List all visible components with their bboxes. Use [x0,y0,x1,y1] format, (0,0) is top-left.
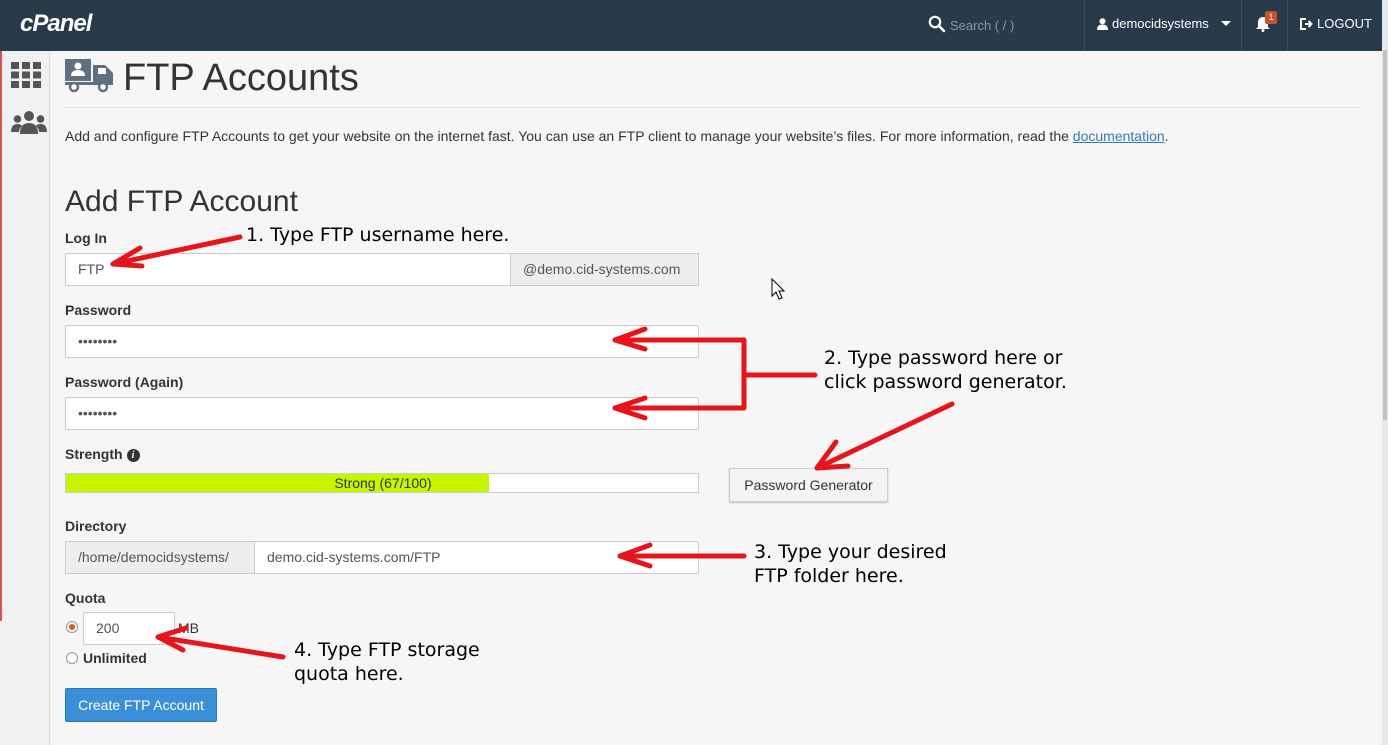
sidebar-accent-line [0,51,2,621]
logout-button[interactable]: LOGOUT [1300,16,1372,31]
grid-apps-icon[interactable] [11,62,41,88]
users-group-icon[interactable] [11,110,47,136]
search-icon[interactable] [928,15,946,33]
logout-icon [1300,17,1313,30]
quota-limited-radio[interactable] [66,621,78,633]
quota-label: Quota [65,590,106,606]
annotation-step2-line1: 2. Type password here or [824,347,1063,369]
password-label: Password [65,302,132,318]
password-again-label: Password (Again) [65,374,183,390]
page-title: FTP Accounts [123,57,359,99]
directory-input[interactable]: demo.cid-systems.com/FTP [254,541,699,574]
unlimited-label: Unlimited [83,650,147,666]
info-icon[interactable]: i [126,449,140,462]
user-icon [1097,17,1108,30]
strength-text: Strong (67/100) [334,475,432,491]
login-label: Log In [65,230,107,246]
documentation-link[interactable]: documentation [1073,128,1165,144]
navbar-divider [1287,0,1288,51]
ftp-accounts-icon [65,59,113,93]
page-description: Add and configure FTP Accounts to get yo… [65,128,1169,144]
logout-label: LOGOUT [1317,16,1372,31]
annotation-step4-line1: 4. Type FTP storage [294,639,480,661]
quota-unlimited-radio[interactable] [66,652,78,664]
description-text: Add and configure FTP Accounts to get yo… [65,128,1073,144]
directory-prefix: /home/democidsystems/ [65,541,255,574]
create-ftp-account-button[interactable]: Create FTP Account [65,688,217,722]
annotation-step2-line2: click password generator. [824,371,1067,393]
annotation-step4-line2: quota here. [294,663,404,685]
directory-label: Directory [65,518,127,534]
strength-text-label: Strength [65,446,123,462]
notification-badge: 1 [1265,11,1277,24]
title-divider [65,107,1362,108]
section-title: Add FTP Account [65,185,298,218]
navbar-divider [1084,0,1085,51]
caret-down-icon [1220,20,1231,26]
password-input[interactable]: •••••••• [65,325,699,358]
username: democidsystems [1112,16,1209,31]
password-again-input[interactable]: •••••••• [65,397,699,430]
quota-input[interactable]: 200 [83,612,175,645]
password-again-text: Password (Again) [65,374,184,390]
domain-addon: @demo.cid-systems.com [510,253,699,286]
password-generator-button[interactable]: Password Generator [729,468,888,502]
navbar-divider [1241,0,1242,51]
password-strength-meter: Strong (67/100) [65,473,699,493]
top-navbar: cPanel democidsystems 1 LOGOUT [0,0,1382,51]
main-content: FTP Accounts Add and configure FTP Accou… [50,51,1382,745]
annotation-step3-line2: FTP folder here. [754,565,904,587]
search-input[interactable] [950,14,1070,36]
login-input[interactable]: FTP [65,253,511,286]
annotation-step1: 1. Type FTP username here. [246,224,510,246]
quota-unit: MB [178,620,199,636]
annotation-step3-line1: 3. Type your desired [754,541,947,563]
scrollbar-thumb[interactable] [1383,50,1387,420]
strength-label: Strength i [65,446,140,462]
user-menu[interactable]: democidsystems [1097,16,1231,31]
cpanel-logo[interactable]: cPanel [20,10,92,38]
description-end: . [1164,128,1169,144]
sidebar [0,51,50,745]
